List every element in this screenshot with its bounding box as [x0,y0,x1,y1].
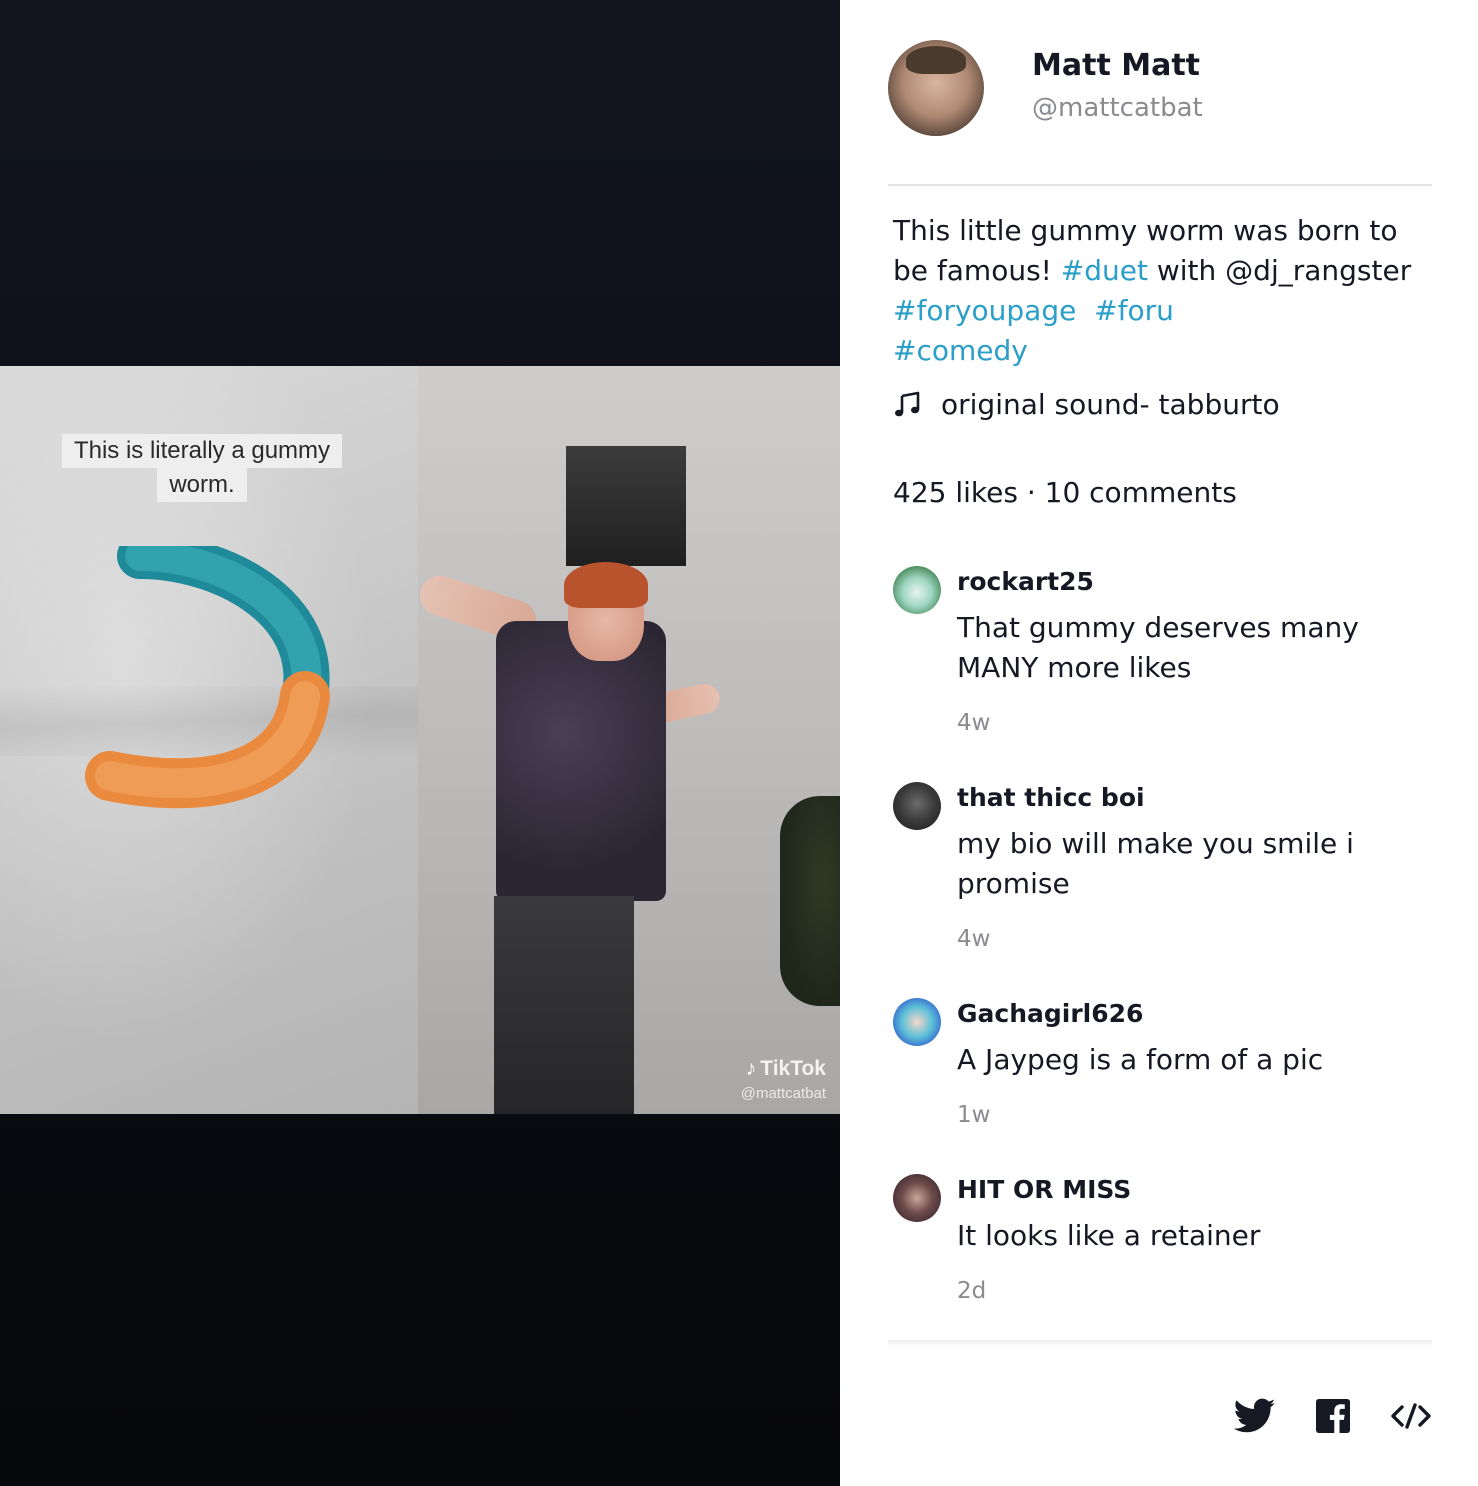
embed-code-icon [1391,1403,1431,1429]
watermark-user: @mattcatbat [740,1085,826,1102]
comment-username[interactable]: Gachagirl626 [957,994,1433,1034]
comment-text: It looks like a retainer [957,1219,1261,1252]
video-caption: This is literally a gummy worm. [44,434,360,502]
description-text-2: with @dj_rangster [1147,254,1412,287]
author-handle[interactable]: @mattcatbat [1032,88,1203,128]
sound-label: original sound- tabburto [941,388,1280,421]
gummy-worm-image [85,546,330,809]
hashtag-comedy[interactable]: #comedy [893,334,1028,367]
share-bar [1198,1396,1432,1436]
comment-item: HIT OR MISS It looks like a retainer 2d [893,1170,1433,1306]
engagement-stats: 425 likes · 10 comments [893,476,1237,509]
author-meta: Matt Matt @mattcatbat [1032,46,1203,128]
video-description: This little gummy worm was born to be fa… [893,211,1433,371]
info-panel: Matt Matt @mattcatbat This little gummy … [840,0,1478,1486]
duet-left-pane: This is literally a gummy worm. [0,366,418,1114]
share-embed-button[interactable] [1390,1396,1432,1436]
person-hair [564,562,648,608]
comment-avatar[interactable] [893,1174,941,1222]
watermark-brand: TikTok [760,1057,826,1080]
ceiling-lamp [566,446,686,566]
comment-avatar[interactable] [893,998,941,1046]
music-note-icon [895,391,920,416]
person-torso [496,621,666,901]
video-frame[interactable]: This is literally a gummy worm. ♪ TikTok … [0,366,840,1114]
comment-time: 2d [957,1278,987,1304]
comment-text: That gummy deserves many MANY more likes [957,611,1359,684]
comment-time: 4w [957,926,991,952]
twitter-icon [1234,1398,1276,1433]
author-header[interactable]: Matt Matt @mattcatbat [888,40,1203,136]
duet-right-pane: ♪ TikTok @mattcatbat [414,366,840,1114]
comment-item: that thicc boi my bio will make you smil… [893,778,1433,994]
hashtag-duet[interactable]: #duet [1061,254,1148,287]
comment-username[interactable]: rockart25 [957,562,1433,602]
sound-link[interactable]: original sound- tabburto [893,388,1280,421]
comment-item: rockart25 That gummy deserves many MANY … [893,562,1433,778]
comment-avatar[interactable] [893,566,941,614]
comment-text: A Jaypeg is a form of a pic [957,1043,1324,1076]
comment-avatar[interactable] [893,782,941,830]
share-facebook-button[interactable] [1312,1396,1354,1436]
author-avatar[interactable] [888,40,984,136]
hashtag-foru[interactable]: #foru [1094,294,1174,327]
comment-text: my bio will make you smile i promise [957,827,1354,900]
house-plant [780,796,840,1006]
comments-bottom-shadow [888,1340,1432,1346]
comment-time: 4w [957,710,991,736]
facebook-icon [1316,1399,1350,1433]
person-legs [494,896,634,1114]
tiktok-logo-icon: ♪ [745,1057,757,1080]
comment-username[interactable]: HIT OR MISS [957,1170,1433,1210]
video-caption-line-1: This is literally a gummy [61,434,343,468]
comment-time: 1w [957,1102,991,1128]
comment-item: Gachagirl626 A Jaypeg is a form of a pic… [893,994,1433,1170]
video-caption-line-2: worm. [157,468,247,502]
header-divider [888,184,1432,186]
author-name[interactable]: Matt Matt [1032,46,1203,86]
comment-list: rockart25 That gummy deserves many MANY … [893,562,1433,1306]
hashtag-foryoupage[interactable]: #foryoupage [893,294,1076,327]
video-player[interactable]: This is literally a gummy worm. ♪ TikTok … [0,0,840,1486]
tiktok-watermark: ♪ TikTok @mattcatbat [741,1057,826,1102]
author-avatar-hair [906,46,966,74]
comment-username[interactable]: that thicc boi [957,778,1433,818]
share-twitter-button[interactable] [1234,1396,1276,1436]
